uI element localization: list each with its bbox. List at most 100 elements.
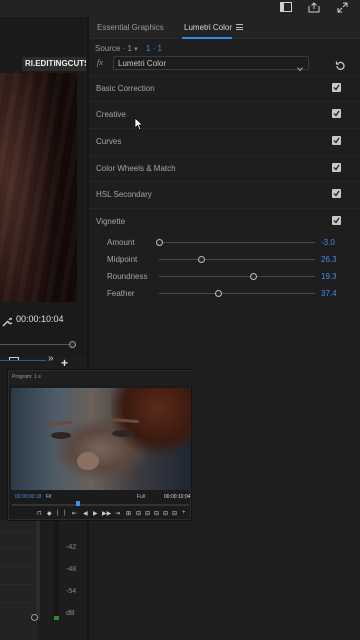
- program-monitor: Program: 1 ≡ 00:00:00:18 Fit Full 00:00:…: [8, 370, 192, 520]
- slider-track[interactable]: [159, 276, 315, 277]
- program-scrub-bar[interactable]: [12, 504, 189, 506]
- enable-checkbox[interactable]: [332, 216, 341, 225]
- transport-control[interactable]: |: [64, 510, 66, 516]
- fx-icon[interactable]: fx: [97, 58, 103, 67]
- slider-knob[interactable]: [198, 256, 206, 263]
- section-curves[interactable]: Curves: [89, 128, 360, 154]
- wrench-icon[interactable]: [2, 314, 14, 327]
- section-hsl-secondary[interactable]: HSL Secondary: [89, 181, 360, 207]
- transport-controls: ⊓ ◆ | | ⇤ ◀ ▶ ▶▶ ⇥ ⊞ ⊟ ⊟ ⊟ ⊟ ⊟ +: [9, 508, 192, 520]
- section-basic-correction[interactable]: Basic Correction: [89, 75, 360, 101]
- reset-icon[interactable]: [335, 58, 345, 70]
- mouse-cursor-icon: [134, 117, 144, 131]
- section-label: Vignette: [96, 217, 126, 226]
- panel-menu-icon[interactable]: [236, 24, 243, 30]
- param-roundness: Roundness 19.3: [89, 268, 360, 285]
- section-vignette[interactable]: Vignette: [89, 208, 360, 234]
- transport-control[interactable]: ◀: [83, 510, 88, 517]
- chevron-down-icon[interactable]: ▾: [134, 46, 138, 53]
- meter-bar: [54, 520, 59, 620]
- param-feather: Feather 37.4: [89, 285, 360, 302]
- tab-lumetri-color[interactable]: Lumetri Color: [184, 23, 232, 32]
- enable-checkbox[interactable]: [332, 109, 341, 118]
- program-duration-timecode: 00:00:10:04: [164, 494, 191, 500]
- section-color-wheels[interactable]: Color Wheels & Match: [89, 155, 360, 181]
- program-playhead[interactable]: [76, 501, 80, 506]
- share-export-icon[interactable]: [308, 2, 321, 13]
- slider-track[interactable]: [159, 259, 315, 260]
- watermark-label: RI.EDITINGCUTS: [22, 57, 86, 71]
- enable-checkbox[interactable]: [332, 189, 341, 198]
- top-bar: [0, 0, 360, 17]
- source-selector[interactable]: Source · 1 ▾ 1 · 1: [95, 44, 162, 53]
- transport-control[interactable]: ⊟: [136, 510, 141, 517]
- timeline-tracks: [0, 520, 38, 640]
- effect-row: fx Lumetri Color: [89, 56, 360, 72]
- resolution-select[interactable]: Full: [137, 494, 145, 500]
- slider-track[interactable]: [159, 293, 315, 294]
- transport-control[interactable]: ⊟: [163, 510, 168, 517]
- transport-control[interactable]: ⊟: [145, 510, 150, 517]
- meter-level: [54, 616, 59, 620]
- timeline-scrollbar[interactable]: [36, 520, 40, 620]
- source-scrub-track[interactable]: [0, 344, 72, 345]
- param-value[interactable]: -3.0: [321, 238, 335, 247]
- param-value[interactable]: 26.3: [321, 255, 337, 264]
- chevrons-right-icon[interactable]: »: [48, 353, 54, 364]
- section-label: Color Wheels & Match: [96, 164, 176, 173]
- effect-dropdown[interactable]: Lumetri Color: [113, 56, 309, 72]
- section-label: HSL Secondary: [96, 190, 152, 199]
- effect-name: Lumetri Color: [118, 59, 167, 68]
- transport-control[interactable]: ◆: [47, 510, 52, 517]
- expand-icon[interactable]: [337, 2, 350, 13]
- source-monitor: RI.EDITINGCUTS 00:00:10:04 » +: [0, 17, 86, 370]
- slider-track[interactable]: [159, 242, 315, 243]
- timeline-zoom-knob[interactable]: [31, 614, 38, 621]
- section-creative[interactable]: Creative: [89, 101, 360, 127]
- tab-essential-graphics[interactable]: Essential Graphics: [97, 23, 164, 32]
- transport-control[interactable]: ⊟: [154, 510, 159, 517]
- param-value[interactable]: 37.4: [321, 289, 337, 298]
- source-timecode: 00:00:10:04: [16, 314, 64, 324]
- db-label: -54: [66, 588, 77, 595]
- chevron-down-icon: [297, 59, 303, 72]
- sequence-link[interactable]: 1 · 1: [146, 44, 162, 53]
- lumetri-panel: Essential Graphics Lumetri Color Source …: [89, 17, 360, 640]
- param-label: Feather: [107, 289, 135, 298]
- section-label: Creative: [96, 110, 126, 119]
- transport-control[interactable]: ⊟: [172, 510, 177, 517]
- program-monitor-title[interactable]: Program: 1 ≡: [12, 374, 41, 380]
- slider-knob[interactable]: [249, 273, 257, 280]
- transport-control[interactable]: ⇤: [72, 510, 77, 517]
- transport-control[interactable]: ⊓: [37, 510, 42, 517]
- program-current-timecode[interactable]: 00:00:00:18: [15, 494, 41, 500]
- transport-control[interactable]: ▶▶: [102, 510, 111, 517]
- transport-control[interactable]: ⊞: [126, 510, 131, 517]
- add-icon[interactable]: +: [61, 356, 68, 370]
- param-midpoint: Midpoint 26.3: [89, 251, 360, 268]
- enable-checkbox[interactable]: [332, 136, 341, 145]
- slider-knob[interactable]: [215, 290, 223, 297]
- program-video-frame: [11, 388, 191, 490]
- param-value[interactable]: 19.3: [321, 272, 337, 281]
- transport-control[interactable]: +: [182, 510, 186, 516]
- slider-knob[interactable]: [156, 239, 163, 246]
- active-tab-indicator: [182, 37, 232, 39]
- transport-control[interactable]: ▶: [93, 510, 98, 517]
- zoom-fit-select[interactable]: Fit: [46, 494, 52, 500]
- enable-checkbox[interactable]: [332, 83, 341, 92]
- db-label: dB: [66, 610, 75, 617]
- transport-control[interactable]: ⇥: [115, 510, 120, 517]
- source-scrub-knob[interactable]: [69, 341, 76, 348]
- source-label: Source · 1: [95, 44, 132, 53]
- audio-meter: -42 -48 -54 dB: [50, 520, 86, 640]
- transport-control[interactable]: |: [57, 510, 59, 516]
- panel-layout-icon[interactable]: [280, 2, 293, 13]
- panel-tabs: Essential Graphics Lumetri Color: [89, 17, 360, 39]
- program-monitor-header: Program: 1 ≡: [9, 371, 192, 385]
- enable-checkbox[interactable]: [332, 163, 341, 172]
- param-label: Midpoint: [107, 255, 138, 264]
- db-label: -42: [66, 544, 77, 551]
- section-label: Curves: [96, 137, 122, 146]
- param-amount: Amount -3.0: [89, 234, 360, 251]
